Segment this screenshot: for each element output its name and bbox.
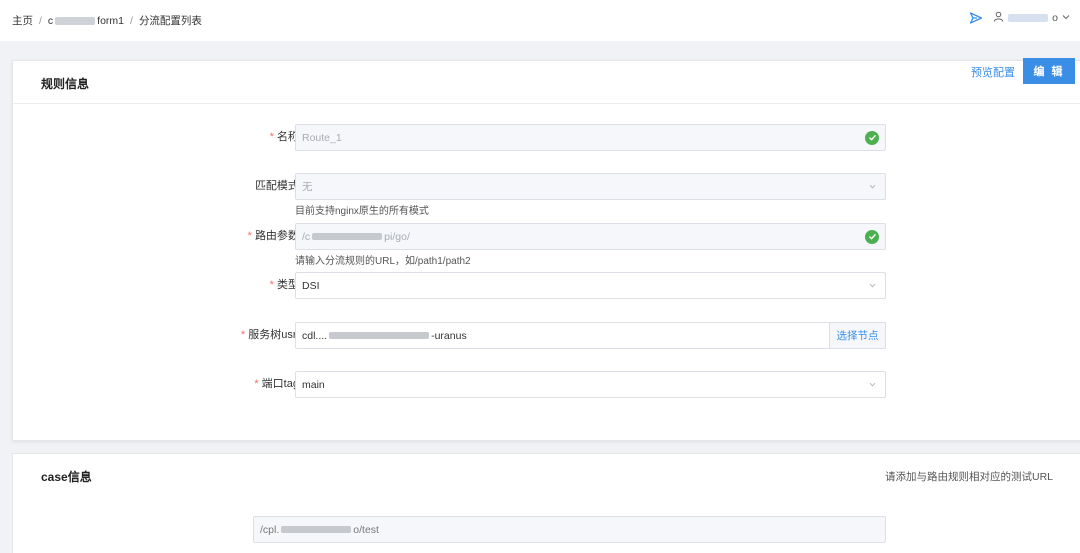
- case-card-title: case信息: [41, 470, 92, 484]
- route-param-hint: 请输入分流规则的URL，如/path1/path2: [295, 256, 471, 267]
- masked-text: [281, 526, 352, 533]
- user-menu[interactable]: o: [993, 11, 1070, 25]
- send-icon[interactable]: [969, 11, 983, 25]
- rules-card-title: 规则信息: [41, 77, 90, 91]
- service-tree-input[interactable]: cdl.... -uranus 选择节点: [295, 322, 886, 349]
- breadcrumb-separator: /: [39, 14, 42, 27]
- case-url-input[interactable]: /cpl. o/test: [253, 516, 886, 543]
- edit-button[interactable]: 编 辑: [1023, 58, 1075, 84]
- masked-text: [329, 332, 430, 339]
- masked-text: [55, 16, 96, 25]
- name-label: * 名称:: [269, 131, 302, 143]
- rules-card: 规则信息 预览配置 编 辑 * 名称: Route_1 匹配模式: 无 目前支持n…: [12, 58, 1080, 441]
- match-mode-hint: 目前支持nginx原生的所有模式: [295, 206, 429, 217]
- select-node-button[interactable]: 选择节点: [829, 322, 886, 349]
- user-name-end: o: [1052, 12, 1058, 24]
- type-label: * 类型:: [269, 279, 302, 291]
- masked-text: [312, 233, 383, 240]
- chevron-down-icon: [865, 380, 879, 389]
- top-bar: 主页 / c form1 / 分流配置列表 o: [0, 0, 1080, 41]
- type-select[interactable]: DSI: [295, 272, 886, 299]
- chevron-down-icon: [865, 182, 879, 191]
- breadcrumb-project[interactable]: c form1: [48, 15, 124, 27]
- route-param-label: * 路由参数:: [247, 230, 302, 242]
- top-right-area: o: [969, 11, 1070, 25]
- breadcrumb-separator: /: [130, 14, 133, 27]
- chevron-down-icon: [865, 281, 879, 290]
- name-input[interactable]: Route_1: [295, 124, 886, 151]
- case-card: case信息 请添加与路由规则相对应的测试URL /cpl. o/test: [12, 453, 1080, 553]
- breadcrumb-current: 分流配置列表: [138, 15, 202, 27]
- user-icon: [993, 11, 1004, 25]
- match-mode-select[interactable]: 无: [295, 173, 886, 200]
- match-mode-label: 匹配模式:: [254, 180, 302, 192]
- port-tag-label: * 端口tag:: [254, 378, 302, 390]
- divider: [13, 103, 1080, 104]
- service-tree-label: * 服务树usn:: [240, 329, 302, 341]
- check-circle-icon: [865, 229, 879, 244]
- chevron-down-icon: [1062, 12, 1070, 24]
- masked-user-name: [1008, 14, 1049, 22]
- breadcrumb: 主页 / c form1 / 分流配置列表: [12, 13, 202, 28]
- port-tag-select[interactable]: main: [295, 371, 886, 398]
- check-circle-icon: [865, 130, 879, 145]
- preview-config-link[interactable]: 预览配置: [971, 64, 1015, 80]
- case-card-hint: 请添加与路由规则相对应的测试URL: [885, 471, 1054, 483]
- breadcrumb-home[interactable]: 主页: [12, 13, 33, 28]
- route-param-input[interactable]: /c pi/go/: [295, 223, 886, 250]
